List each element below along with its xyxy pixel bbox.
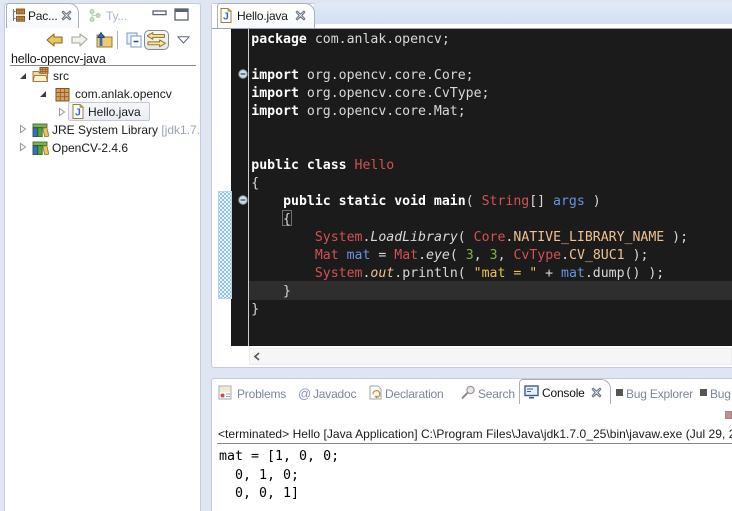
svg-text:J: J [75, 107, 81, 119]
svg-text:J: J [223, 11, 229, 23]
